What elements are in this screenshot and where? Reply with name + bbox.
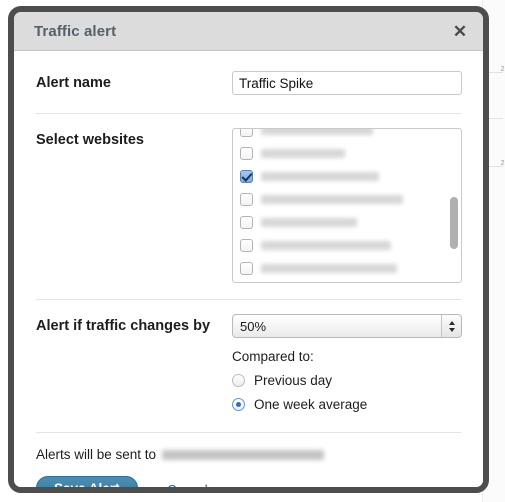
website-list-item[interactable] (240, 234, 461, 257)
cancel-link[interactable]: Cancel (167, 482, 207, 487)
website-checkbox[interactable] (240, 147, 253, 160)
website-name-redacted (261, 149, 345, 158)
radio-selected[interactable] (232, 398, 245, 411)
sent-to-row: Alerts will be sent to (14, 447, 483, 462)
threshold-row: Alert if traffic changes by 50% Compared… (14, 314, 483, 412)
website-name-redacted (261, 172, 379, 181)
alert-name-label: Alert name (36, 75, 111, 91)
threshold-value: 50% (240, 318, 267, 334)
website-list-item[interactable] (240, 188, 461, 211)
websites-scrollbar-thumb[interactable] (450, 196, 458, 249)
threshold-select[interactable]: 50% (232, 314, 462, 338)
alert-name-input[interactable] (232, 71, 462, 95)
chevron-down-icon (448, 327, 455, 332)
threshold-label: Alert if traffic changes by (36, 318, 211, 334)
compared-to-label: Compared to: (232, 349, 314, 364)
website-name-redacted (261, 195, 403, 204)
or-separator: or (146, 481, 159, 493)
website-name-redacted (261, 241, 391, 250)
website-checkbox[interactable] (240, 262, 253, 275)
select-websites-label: Select websites (36, 132, 144, 148)
website-list-item[interactable] (240, 257, 461, 280)
footer-actions: Save Alert or Cancel (14, 476, 483, 493)
divider (36, 299, 461, 300)
select-websites-row: Select websites (14, 128, 483, 283)
stepper-arrows-icon[interactable] (441, 315, 461, 337)
background-tick-label: 2 (500, 66, 505, 73)
website-checkbox[interactable] (240, 216, 253, 229)
compared-to-option-label: One week average (254, 397, 368, 412)
website-checkbox[interactable] (240, 239, 253, 252)
alert-name-row: Alert name (14, 71, 483, 95)
website-checkbox-checked[interactable] (240, 170, 253, 183)
website-list-item[interactable] (240, 129, 461, 142)
website-list-item[interactable] (240, 211, 461, 234)
websites-listbox[interactable] (232, 128, 462, 283)
compared-to-option-label: Previous day (254, 373, 333, 388)
divider (36, 432, 461, 433)
websites-list (233, 129, 461, 280)
traffic-alert-dialog: Traffic alert ✕ Alert name Select websit… (8, 6, 489, 493)
websites-scrollbar[interactable] (450, 133, 458, 278)
radio[interactable] (232, 374, 245, 387)
sent-to-text: Alerts will be sent to (36, 447, 157, 462)
close-icon[interactable]: ✕ (451, 22, 469, 40)
compared-to-option[interactable]: Previous day (232, 373, 462, 388)
website-checkbox[interactable] (240, 129, 253, 137)
website-name-redacted (261, 129, 373, 135)
sent-to-email-redacted (162, 449, 325, 460)
dialog-title: Traffic alert (34, 22, 117, 40)
website-list-item[interactable] (240, 165, 461, 188)
divider (36, 113, 461, 114)
website-name-redacted (261, 264, 397, 273)
dialog-body: Alert name Select websites Alert if traf… (14, 71, 483, 493)
chevron-up-icon (448, 320, 455, 325)
dialog-header: Traffic alert ✕ (14, 12, 483, 51)
background-tick-label: 2 (500, 160, 505, 167)
compared-to-option[interactable]: One week average (232, 397, 462, 412)
compared-to-options: Previous day One week average (232, 373, 462, 412)
website-checkbox[interactable] (240, 193, 253, 206)
website-list-item[interactable] (240, 142, 461, 165)
website-name-redacted (261, 218, 357, 227)
save-alert-button[interactable]: Save Alert (36, 476, 138, 487)
